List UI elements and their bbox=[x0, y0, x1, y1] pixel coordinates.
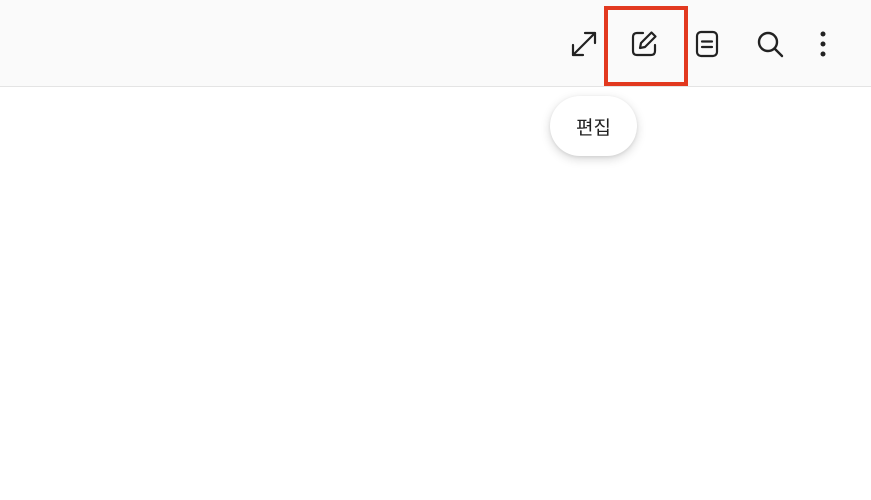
tooltip-label: 편집 bbox=[576, 116, 611, 139]
note-button[interactable] bbox=[681, 18, 733, 70]
edit-tooltip: 편집 bbox=[550, 96, 637, 156]
expand-button[interactable] bbox=[558, 18, 610, 70]
edit-button[interactable] bbox=[618, 18, 670, 70]
more-vertical-icon bbox=[820, 31, 826, 57]
note-icon bbox=[695, 30, 719, 58]
search-button[interactable] bbox=[744, 18, 796, 70]
expand-arrows-icon bbox=[571, 31, 597, 57]
edit-icon bbox=[631, 31, 657, 57]
screen: 편집 bbox=[0, 0, 871, 500]
more-options-button[interactable] bbox=[797, 18, 849, 70]
top-toolbar bbox=[0, 0, 871, 87]
search-icon bbox=[757, 31, 784, 58]
